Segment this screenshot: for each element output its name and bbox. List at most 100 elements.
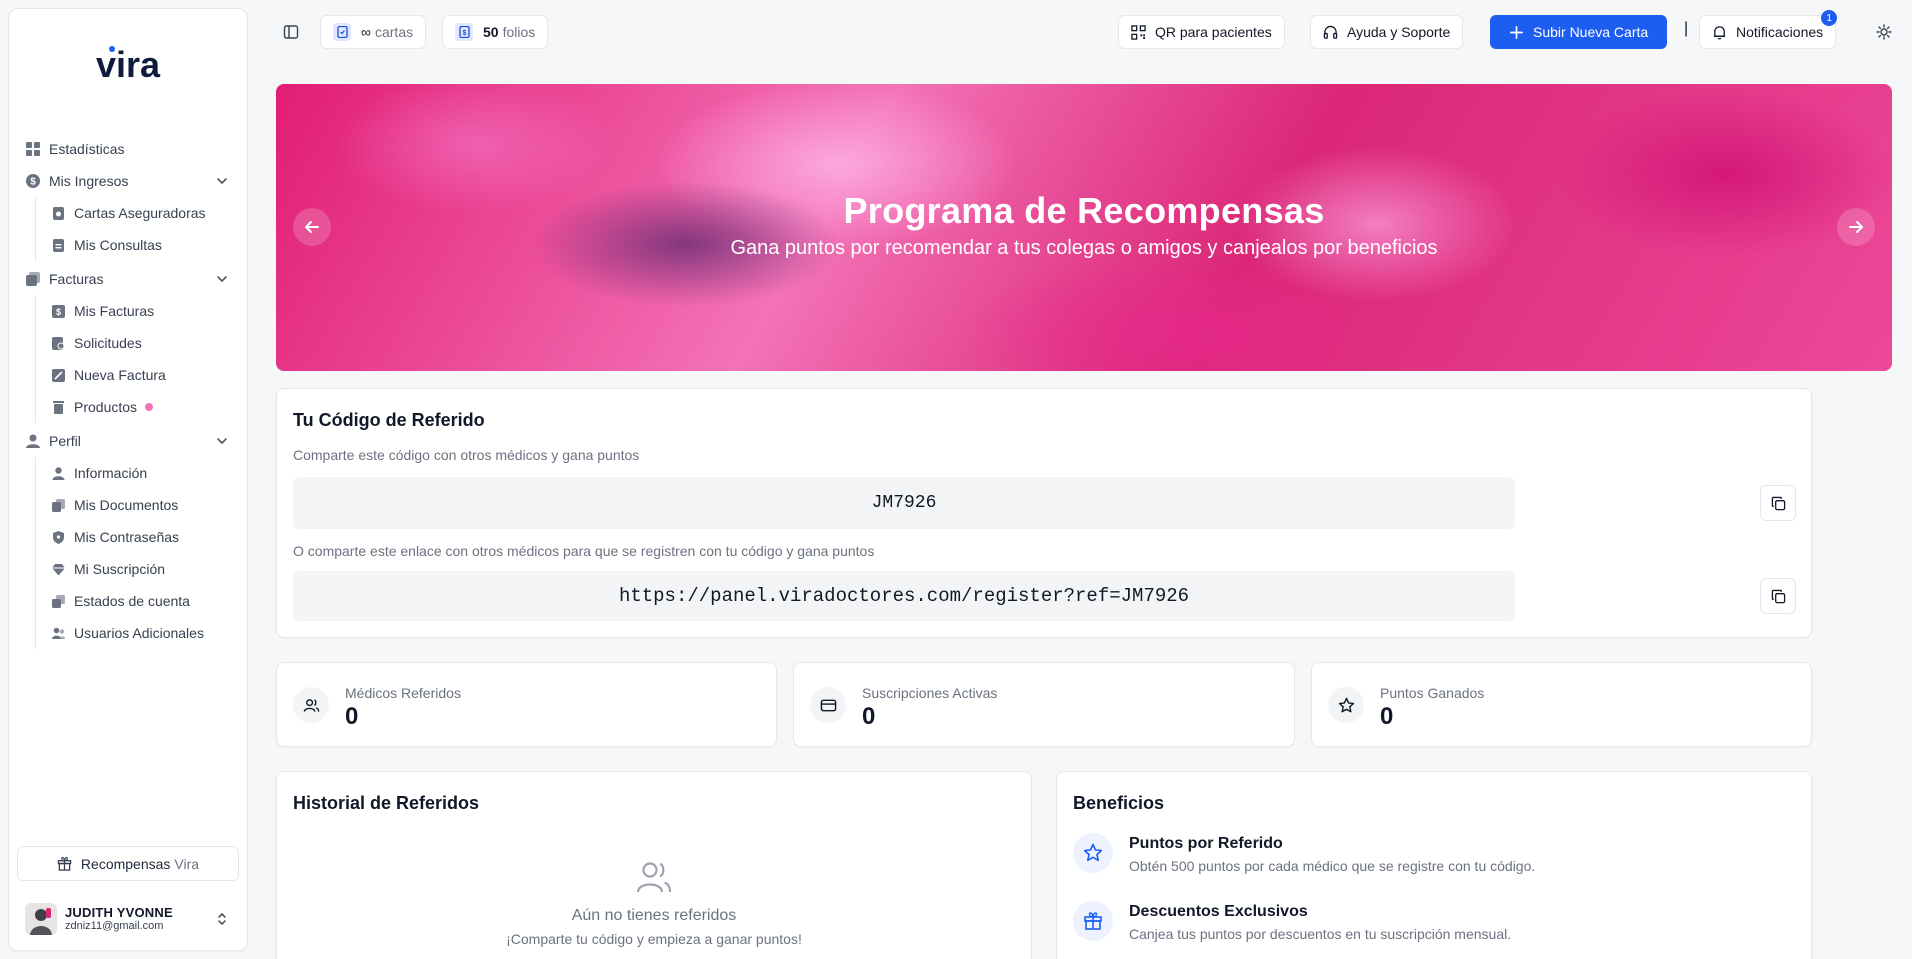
- sidebar-item-label: Cartas Aseguradoras: [74, 205, 206, 221]
- qr-button[interactable]: QR para pacientes: [1118, 15, 1285, 49]
- benefit-description: Obtén 500 puntos por cada médico que se …: [1129, 858, 1536, 874]
- sidebar-item-label: Usuarios Adicionales: [74, 625, 204, 641]
- sidebar-item-solicitudes[interactable]: Solicitudes: [36, 327, 247, 359]
- sidebar-item-label: Mi Suscripción: [74, 561, 166, 577]
- sidebar-item-mis-documentos[interactable]: Mis Documentos: [36, 489, 247, 521]
- upload-letter-button[interactable]: Subir Nueva Carta: [1490, 15, 1668, 49]
- bell-icon: [1713, 25, 1726, 39]
- benefit-description: Canjea tus puntos por descuentos en tu s…: [1129, 926, 1512, 942]
- sidebar-subgroup-ingresos: Cartas Aseguradoras Mis Consultas: [35, 197, 247, 261]
- topbar-separator: |: [1684, 20, 1689, 37]
- sidebar-item-estadisticas[interactable]: Estadísticas: [9, 133, 247, 165]
- referral-title: Tu Código de Referido: [293, 410, 485, 430]
- file-shield-icon: [53, 206, 64, 220]
- svg-text:$: $: [56, 307, 61, 317]
- theme-toggle-button[interactable]: [1867, 15, 1901, 49]
- sidebar-item-label: Mis Consultas: [74, 237, 162, 253]
- sidebar-item-mis-consultas[interactable]: Mis Consultas: [36, 229, 247, 261]
- sidebar-item-mis-ingresos[interactable]: $ Mis Ingresos: [9, 165, 247, 197]
- sidebar-item-label: Información: [74, 465, 148, 481]
- user-menu[interactable]: JUDITH YVONNE zdniz11@gmail.com: [17, 897, 239, 941]
- sidebar-item-mis-contrasenas[interactable]: Mis Contraseñas: [36, 521, 247, 553]
- folios-value: 50: [483, 24, 499, 40]
- history-title: Historial de Referidos: [293, 793, 480, 813]
- stat-card-puntos-ganados: Puntos Ganados 0: [1311, 662, 1812, 747]
- sidebar-item-label: Facturas: [49, 271, 104, 287]
- stat-card-medicos-referidos: Médicos Referidos 0: [276, 662, 777, 747]
- referral-link-box[interactable]: https://panel.viradoctores.com/register?…: [293, 571, 1515, 621]
- folios-label: folios: [502, 24, 536, 40]
- referral-code-box[interactable]: JM7926: [293, 477, 1515, 529]
- gift-icon: [57, 856, 72, 871]
- sidebar-item-label: Estadísticas: [49, 141, 125, 157]
- benefits-title: Beneficios: [1073, 793, 1165, 813]
- copy-link-button[interactable]: [1760, 578, 1796, 614]
- headset-icon: [1323, 25, 1338, 39]
- benefit-title: Descuentos Exclusivos: [1129, 903, 1308, 920]
- referral-code-hint: Comparte este código con otros médicos y…: [293, 447, 640, 463]
- user-icon: [52, 466, 65, 480]
- banner-subtitle: Gana puntos por recomendar a tus colegas…: [730, 237, 1438, 259]
- stat-label: Puntos Ganados: [1380, 685, 1485, 701]
- sidebar-item-label: Mis Documentos: [74, 497, 179, 513]
- sidebar-item-label: Mis Facturas: [74, 303, 155, 319]
- help-button-label: Ayuda y Soporte: [1347, 24, 1451, 40]
- user-name: JUDITH YVONNE: [65, 904, 173, 920]
- vira-logo[interactable]: vira: [9, 41, 247, 91]
- rewards-label: Recompensas: [80, 855, 171, 872]
- folios-counter: $ 50 folios: [442, 15, 549, 49]
- star-icon: [1073, 833, 1113, 873]
- toggle-sidebar-button[interactable]: [274, 15, 308, 49]
- benefit-item: Puntos por Referido Obtén 500 puntos por…: [1073, 833, 1795, 883]
- stat-value: 0: [345, 703, 359, 730]
- rewards-banner: Programa de Recompensas Gana puntos por …: [276, 84, 1892, 371]
- invoice-icon: [26, 272, 40, 286]
- cartas-label: cartas: [374, 24, 414, 40]
- referral-link: https://panel.viradoctores.com/register?…: [618, 585, 1190, 607]
- sidebar-item-mis-facturas[interactable]: $ Mis Facturas: [36, 295, 247, 327]
- notifications-count-badge: 1: [1821, 10, 1838, 26]
- sidebar-item-usuarios-adicionales[interactable]: Usuarios Adicionales: [36, 617, 247, 649]
- referral-code: JM7926: [871, 493, 937, 513]
- rewards-button[interactable]: Recompensas Vira: [17, 846, 239, 881]
- banner-next-button[interactable]: [1837, 208, 1875, 246]
- trash-icon: [53, 400, 64, 414]
- file-clock-icon: [52, 336, 65, 350]
- copy-icon: [1771, 496, 1785, 510]
- qr-code-icon: [1131, 24, 1146, 40]
- user-icon: [26, 434, 40, 448]
- new-indicator-dot: [145, 403, 154, 411]
- sidebar-item-facturas[interactable]: Facturas: [9, 263, 247, 295]
- history-empty-subtitle: ¡Comparte tu código y empieza a ganar pu…: [506, 931, 802, 947]
- chevron-down-icon[interactable]: [215, 434, 229, 448]
- star-icon: [1328, 687, 1364, 723]
- sidebar-item-label: Estados de cuenta: [74, 593, 190, 609]
- sidebar-subgroup-perfil: Información Mis Documentos Mis Contraseñ…: [35, 457, 247, 649]
- sidebar-item-nueva-factura[interactable]: Nueva Factura: [36, 359, 247, 391]
- sidebar-item-estados-de-cuenta[interactable]: Estados de cuenta: [36, 585, 247, 617]
- referral-history-card: Historial de Referidos Aún no tienes ref…: [276, 771, 1032, 959]
- banner-title: Programa de Recompensas: [843, 190, 1325, 231]
- chevron-down-icon[interactable]: [215, 174, 229, 188]
- benefit-title: Puntos por Referido: [1129, 835, 1283, 852]
- sidebar-item-perfil[interactable]: Perfil: [9, 425, 247, 457]
- sidebar-item-label: Mis Ingresos: [49, 173, 129, 189]
- sidebar-item-mi-suscripcion[interactable]: Mi Suscripción: [36, 553, 247, 585]
- referral-link-hint: O comparte este enlace con otros médicos…: [293, 543, 875, 559]
- gem-icon: [52, 563, 65, 575]
- qr-button-label: QR para pacientes: [1155, 24, 1272, 40]
- sidebar-item-cartas-aseguradoras[interactable]: Cartas Aseguradoras: [36, 197, 247, 229]
- help-button[interactable]: Ayuda y Soporte: [1310, 15, 1464, 49]
- sidebar: vira Estadísticas $ Mis Ingresos Cartas …: [8, 8, 248, 951]
- grid-icon: [26, 142, 40, 156]
- copy-code-button[interactable]: [1760, 485, 1796, 521]
- gift-icon: [1073, 901, 1113, 941]
- users-icon: [52, 627, 65, 639]
- chevron-down-icon[interactable]: [215, 272, 229, 286]
- credit-card-icon: [810, 687, 846, 723]
- sidebar-item-productos[interactable]: Productos: [36, 391, 247, 423]
- sidebar-item-informacion[interactable]: Información: [36, 457, 247, 489]
- receipt-icon: $: [455, 23, 473, 41]
- sidebar-item-label: Solicitudes: [74, 335, 142, 351]
- notifications-button[interactable]: Notificaciones 1: [1699, 10, 1838, 49]
